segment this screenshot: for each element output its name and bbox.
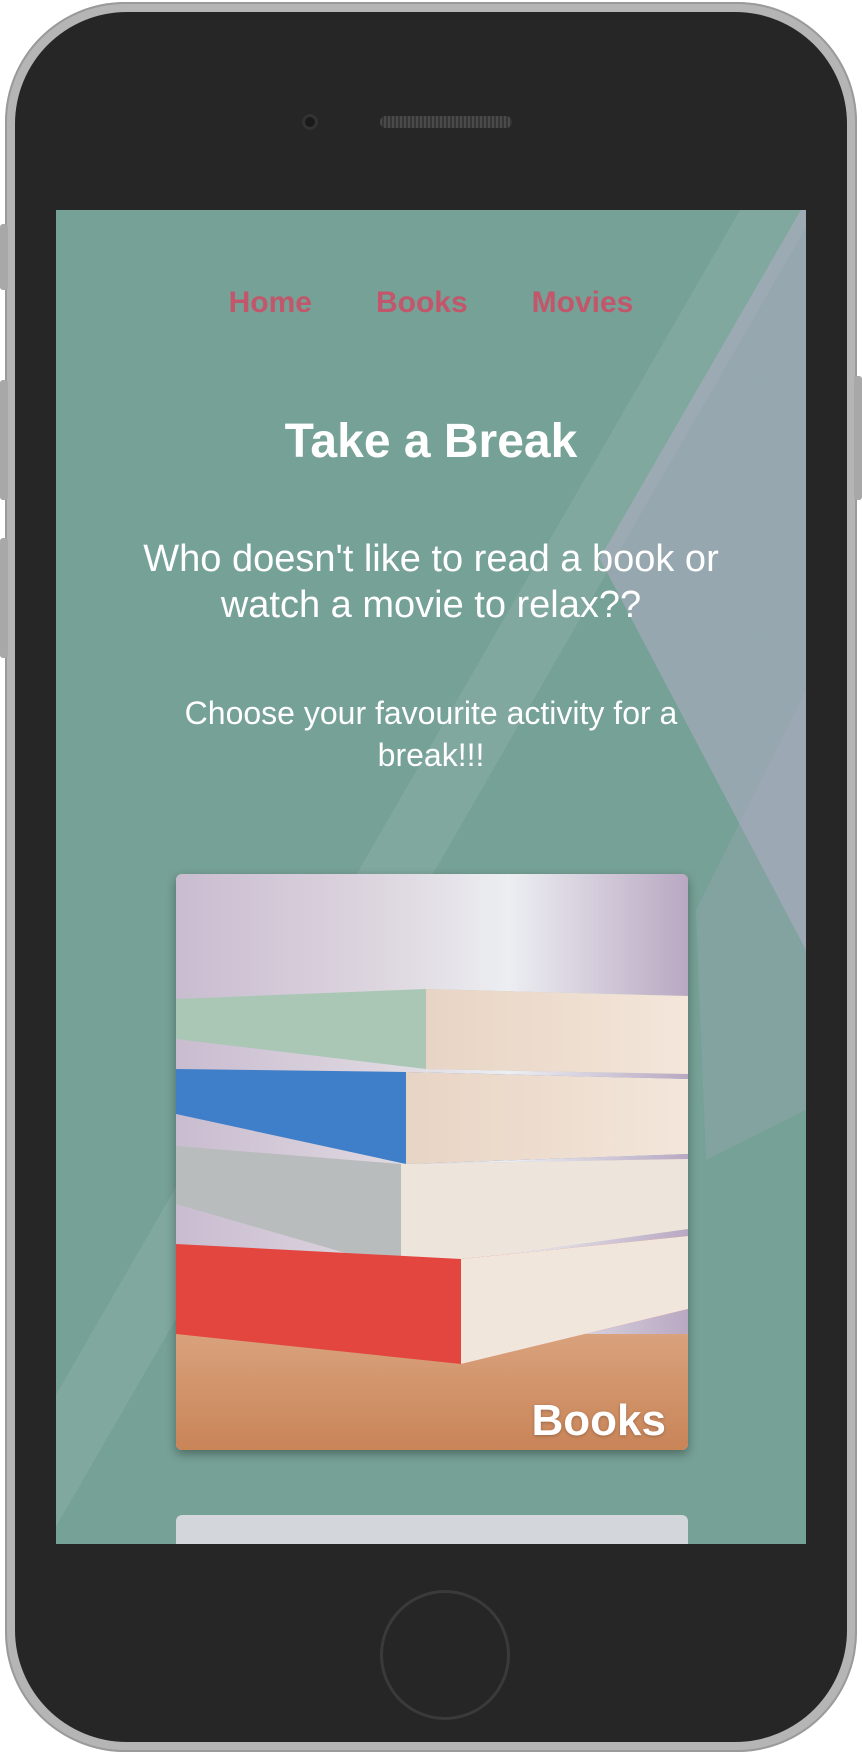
phone-mute-switch <box>0 224 8 290</box>
home-button[interactable] <box>380 1590 510 1720</box>
phone-volume-up-button <box>0 380 8 500</box>
hero-lead-text: Who doesn't like to read a book or watch… <box>143 538 719 626</box>
earpiece-speaker <box>380 116 512 128</box>
stack-of-books-image <box>176 874 688 1450</box>
books-card[interactable]: Books <box>176 874 688 1450</box>
hero-sub-text: Choose your favourite activity for a bre… <box>184 695 678 773</box>
screen: Home Books Movies Take a Break Who doesn… <box>56 210 806 1544</box>
next-card[interactable] <box>176 1515 688 1544</box>
phone-power-button <box>854 376 862 500</box>
phone-volume-down-button <box>0 538 8 658</box>
main-nav: Home Books Movies <box>56 286 806 320</box>
nav-link-books[interactable]: Books <box>376 286 468 320</box>
nav-link-home[interactable]: Home <box>229 286 312 320</box>
front-camera <box>302 114 318 130</box>
nav-link-movies[interactable]: Movies <box>532 286 634 320</box>
page-title: Take a Break <box>284 415 578 468</box>
books-card-label: Books <box>531 1396 666 1445</box>
